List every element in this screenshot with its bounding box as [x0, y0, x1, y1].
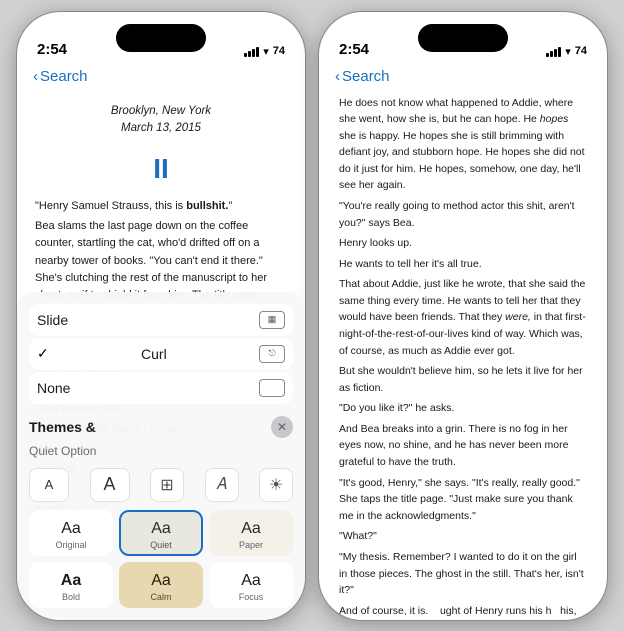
font-increase-button[interactable]: A	[90, 468, 130, 502]
themes-section: Themes & ✕ Quiet Option	[17, 410, 305, 468]
signal-icon	[244, 46, 259, 57]
theme-calm-aa: Aa	[151, 572, 171, 590]
right-para-4: He wants to tell her it's all true.	[339, 256, 587, 273]
wifi-icon: ▾	[263, 45, 269, 58]
font-small-a: A	[45, 477, 54, 492]
theme-original-label: Original	[55, 540, 86, 550]
checkmark-icon: ✓	[37, 345, 49, 362]
theme-paper-card[interactable]: Aa Paper	[209, 510, 293, 556]
font-large-a: A	[103, 474, 115, 495]
theme-calm-card[interactable]: Aa Calm	[119, 562, 203, 608]
brightness-icon: ☀	[269, 475, 283, 495]
font-decrease-button[interactable]: A	[29, 468, 69, 502]
overlay-panel: Slide ▦ ✓ Curl ⎋ None	[17, 292, 305, 620]
right-para-10: "What?"	[339, 528, 587, 545]
theme-focus-card[interactable]: Aa Focus	[209, 562, 293, 608]
option-slide-label: Slide	[37, 312, 68, 328]
font-serif-icon: 𝐴	[216, 476, 227, 494]
quiet-option-label: Quiet Option	[29, 444, 293, 458]
back-label-left: Search	[40, 68, 88, 85]
theme-paper-aa: Aa	[241, 520, 261, 538]
book-content-right: He does not know what happened to Addie,…	[319, 93, 607, 620]
battery-icon-right: 74	[575, 45, 587, 57]
right-para-3: Henry looks up.	[339, 235, 587, 252]
theme-bold-aa: Aa	[61, 572, 81, 590]
themes-title: Themes &	[29, 419, 96, 435]
themes-grid: Aa Original Aa Quiet Aa Paper	[17, 510, 305, 620]
curl-icon: ⎋	[259, 345, 285, 363]
right-para-5: That about Addie, just like he wrote, th…	[339, 276, 587, 359]
status-icons-right: ▾ 74	[546, 45, 587, 58]
time-right: 2:54	[339, 41, 369, 58]
right-phone-content: ‹ Search He does not know what happened …	[319, 64, 607, 620]
right-para-7: "Do you like it?" he asks.	[339, 400, 587, 417]
close-button[interactable]: ✕	[271, 416, 293, 438]
option-curl-label: Curl	[141, 346, 167, 362]
option-curl[interactable]: ✓ Curl ⎋	[29, 338, 293, 370]
right-para-11: "My thesis. Remember? I wanted to do it …	[339, 549, 587, 599]
theme-focus-aa: Aa	[241, 572, 261, 590]
right-para-1: He does not know what happened to Addie,…	[339, 95, 587, 194]
battery-icon: 74	[273, 45, 285, 57]
book-date: March 13, 2015	[35, 120, 287, 137]
font-serif-button[interactable]: 𝐴	[205, 468, 239, 502]
wifi-icon-right: ▾	[565, 45, 571, 58]
right-para-8: And Bea breaks into a grin. There is no …	[339, 421, 587, 471]
font-controls: A A ⊞ 𝐴 ☀	[17, 468, 305, 502]
page-turn-options: Slide ▦ ✓ Curl ⎋ None	[17, 304, 305, 406]
back-arrow-icon: ‹	[33, 68, 38, 85]
signal-icon-right	[546, 46, 561, 57]
option-slide[interactable]: Slide ▦	[29, 304, 293, 336]
brightness-button[interactable]: ☀	[259, 468, 293, 502]
theme-paper-label: Paper	[239, 540, 263, 550]
back-nav-right[interactable]: ‹ Search	[319, 64, 607, 93]
right-para-9: "It's good, Henry," she says. "It's real…	[339, 475, 587, 525]
slide-icon: ▦	[259, 311, 285, 329]
back-label-right: Search	[342, 68, 390, 85]
theme-quiet-aa: Aa	[151, 520, 171, 538]
font-style-icon: ⊞	[160, 475, 173, 495]
theme-original-card[interactable]: Aa Original	[29, 510, 113, 556]
theme-calm-label: Calm	[150, 592, 171, 602]
dynamic-island	[116, 24, 206, 52]
dynamic-island-right	[418, 24, 508, 52]
font-style-button[interactable]: ⊞	[150, 468, 184, 502]
option-none-label: None	[37, 380, 70, 396]
back-arrow-icon-right: ‹	[335, 68, 340, 85]
right-para-6: But she wouldn't believe him, so he lets…	[339, 363, 587, 396]
back-nav-left[interactable]: ‹ Search	[17, 64, 305, 93]
theme-focus-label: Focus	[239, 592, 264, 602]
right-para-12: And of course, it is. ught of Henry runs…	[339, 603, 587, 620]
time-left: 2:54	[37, 41, 67, 58]
book-header: Brooklyn, New York March 13, 2015	[35, 103, 287, 138]
right-para-2: "You're really going to method actor thi…	[339, 198, 587, 231]
status-icons-left: ▾ 74	[244, 45, 285, 58]
theme-quiet-card[interactable]: Aa Quiet	[119, 510, 203, 556]
chapter-number: II	[35, 147, 287, 190]
left-phone-content: ‹ Search Brooklyn, New York March 13, 20…	[17, 64, 305, 620]
themes-header: Themes & ✕	[29, 416, 293, 438]
book-location: Brooklyn, New York	[35, 103, 287, 120]
theme-quiet-label: Quiet	[150, 540, 172, 550]
right-phone: 2:54 ▾ 74 ‹ Search He does not know w	[318, 11, 608, 621]
none-icon	[259, 379, 285, 397]
theme-bold-card[interactable]: Aa Bold	[29, 562, 113, 608]
left-phone: 2:54 ▾ 74 ‹ Search Brookly	[16, 11, 306, 621]
theme-original-aa: Aa	[61, 520, 81, 538]
option-none[interactable]: None	[29, 372, 293, 404]
theme-bold-label: Bold	[62, 592, 80, 602]
